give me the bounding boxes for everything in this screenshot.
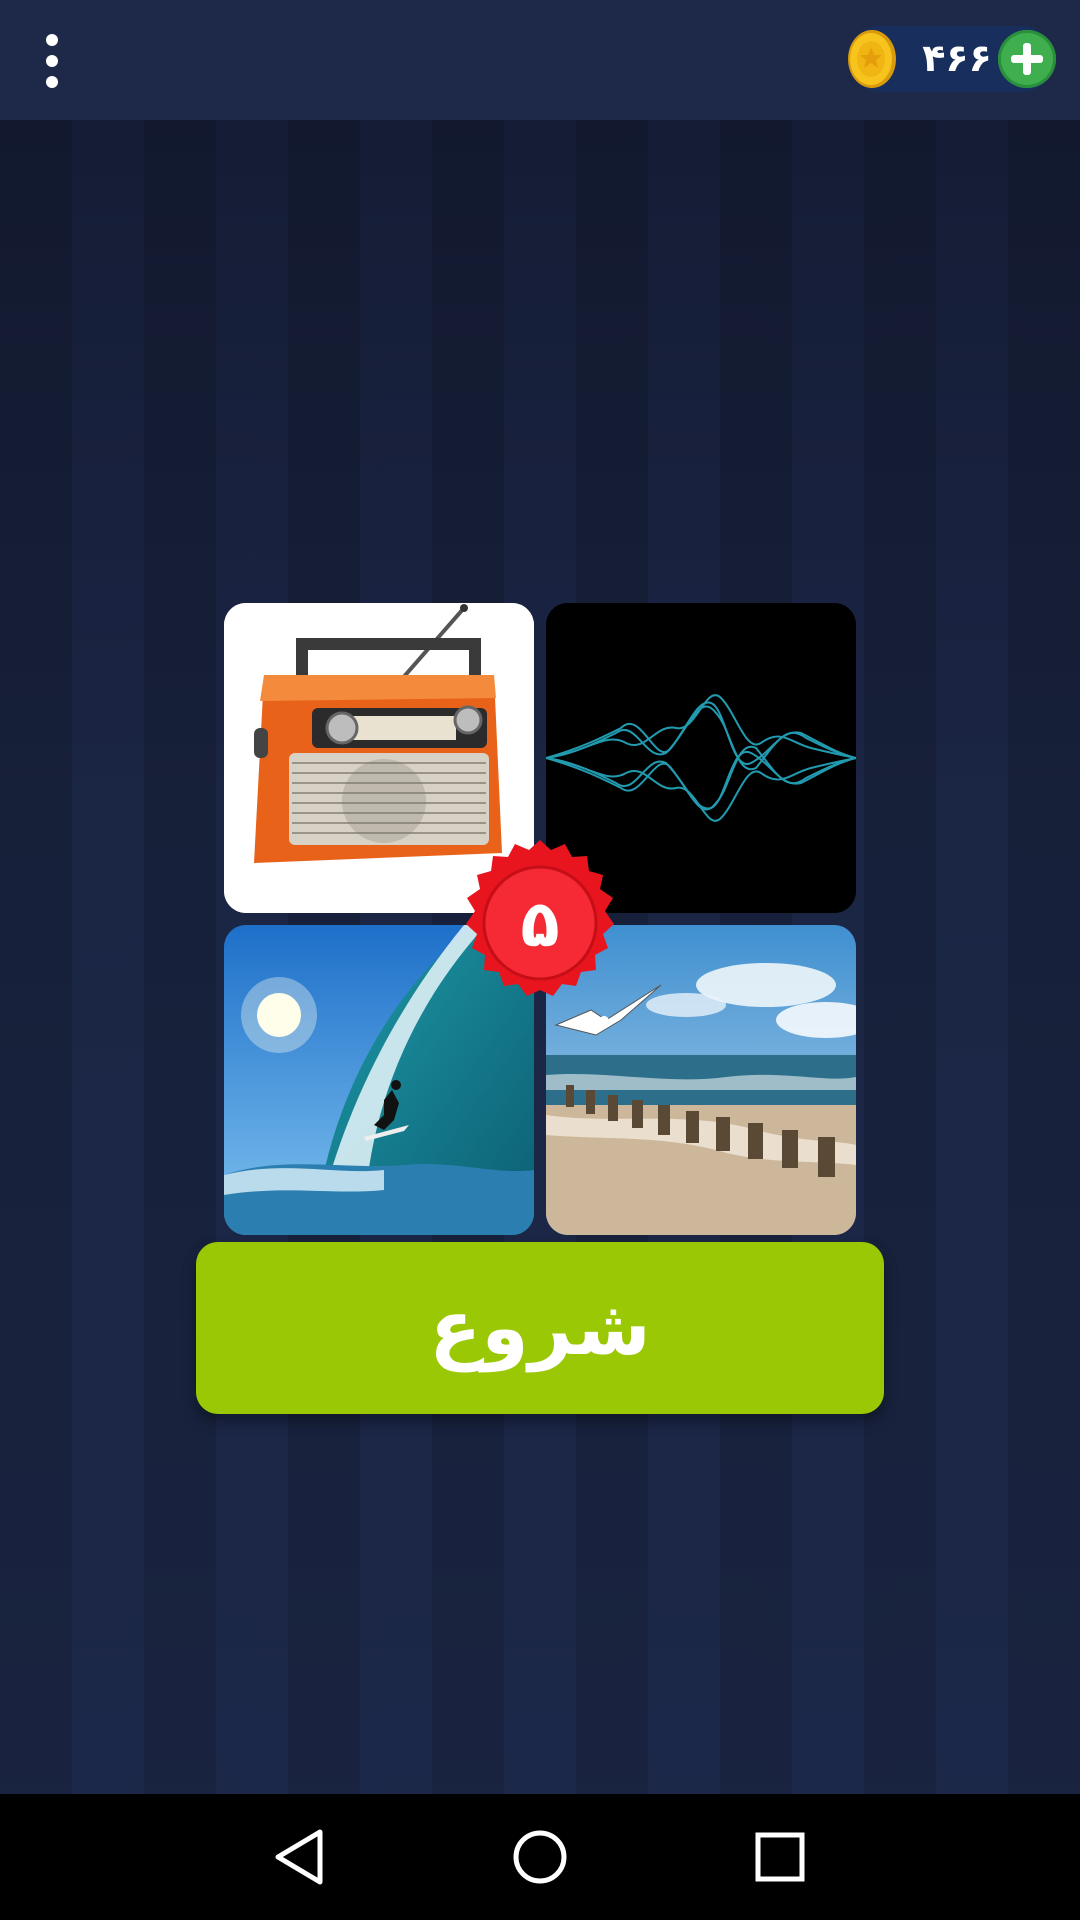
level-number: ۵ <box>520 888 560 962</box>
top-bar: ۴۶۶ <box>0 0 1080 120</box>
gold-coin-icon <box>848 30 896 88</box>
coin-count: ۴۶۶ <box>922 36 992 80</box>
back-triangle-icon[interactable] <box>268 1824 334 1890</box>
start-button-label: شروع <box>429 1283 651 1372</box>
add-coins-button[interactable] <box>998 30 1056 88</box>
home-circle-icon[interactable] <box>507 1824 573 1890</box>
more-vertical-icon[interactable] <box>38 34 68 88</box>
system-navigation-bar <box>0 1794 1080 1920</box>
start-button[interactable]: شروع <box>196 1242 884 1414</box>
recents-square-icon[interactable] <box>747 1824 813 1890</box>
